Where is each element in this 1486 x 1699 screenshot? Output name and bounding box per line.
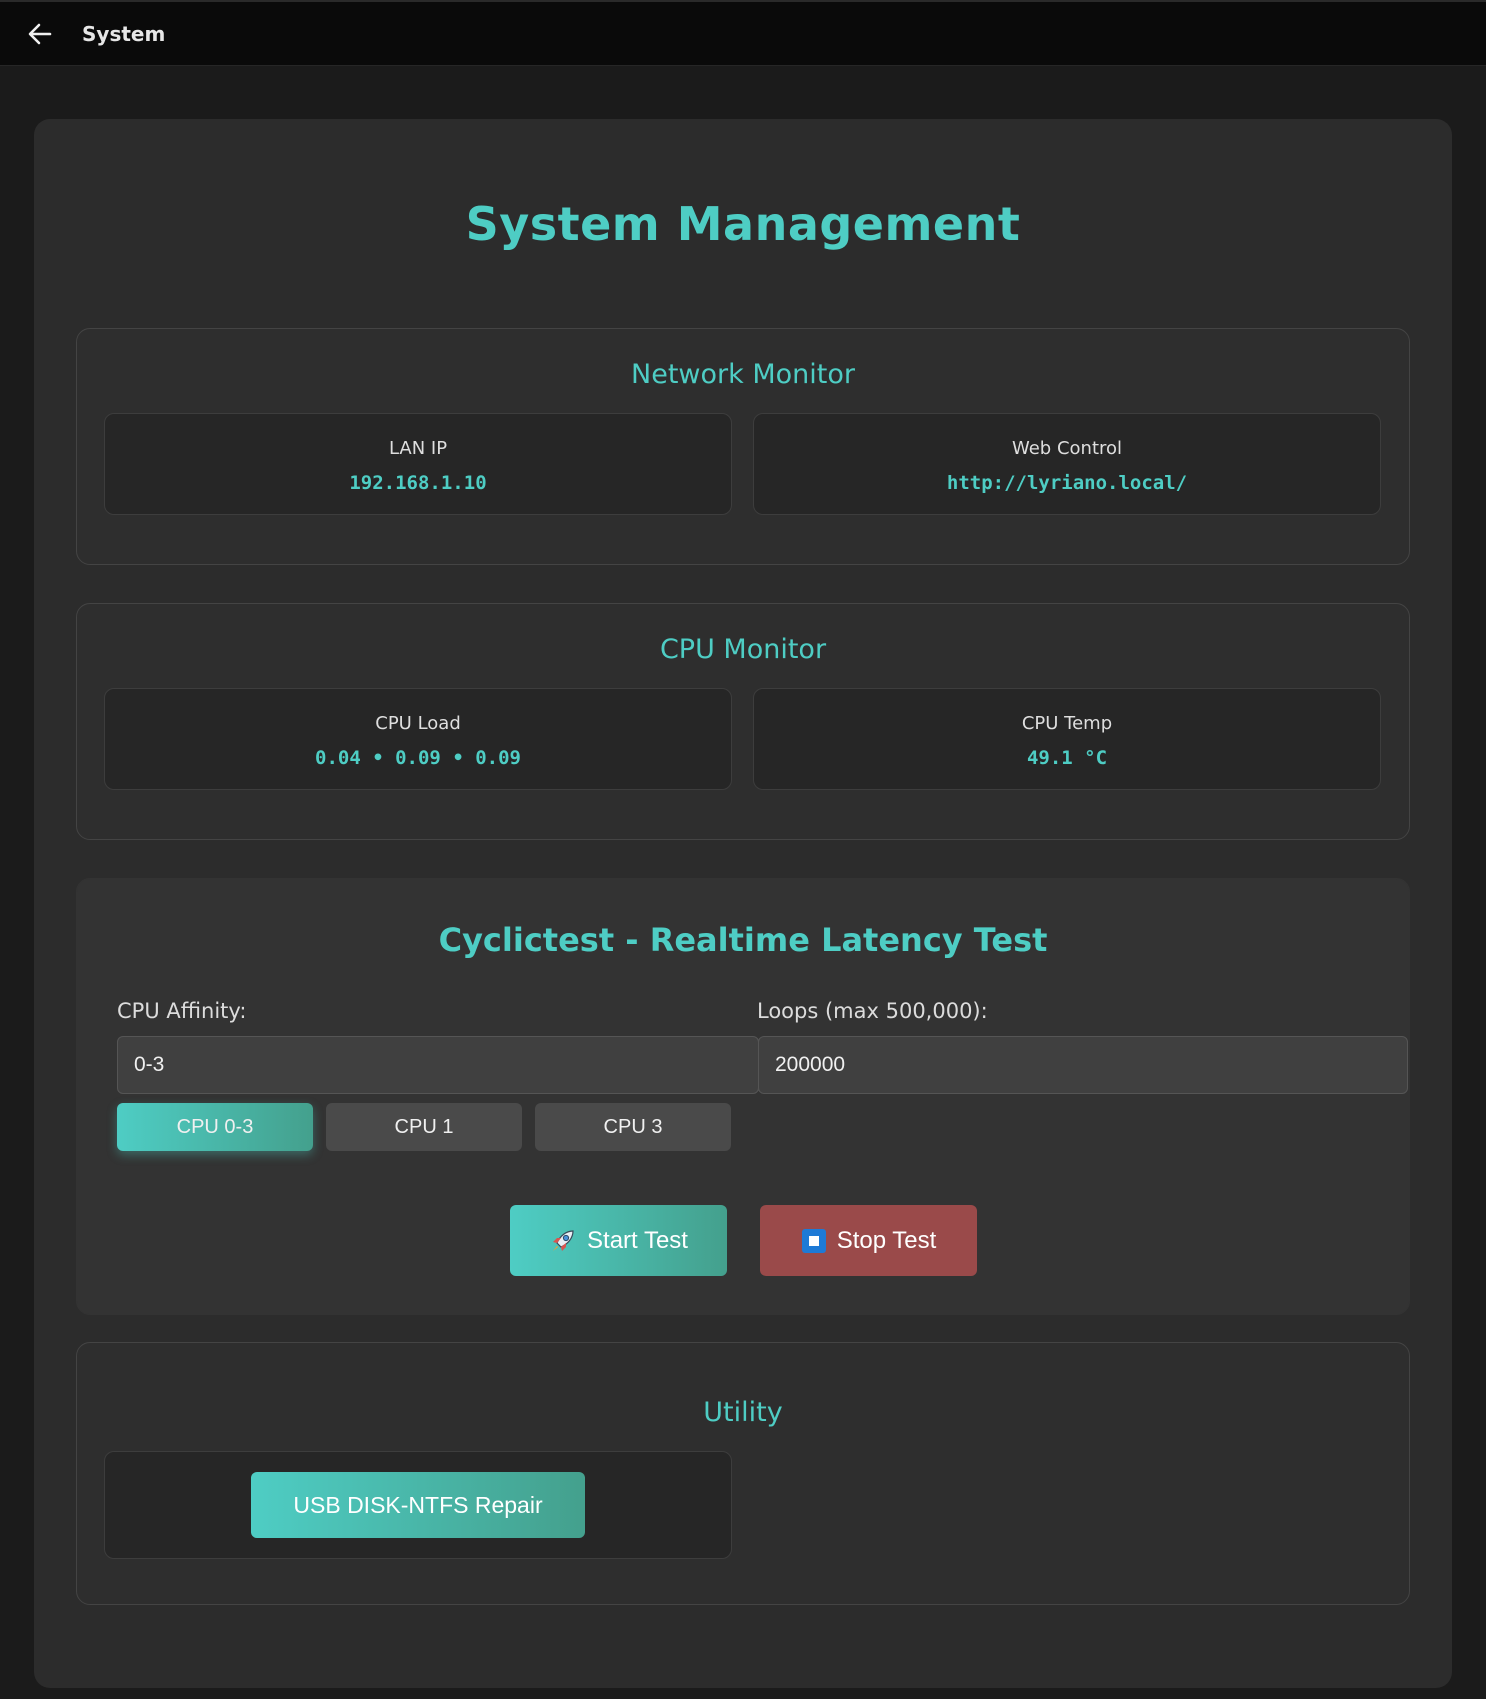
cpu-temp-value: 49.1 °C — [1026, 747, 1108, 769]
start-test-label: Start Test — [587, 1226, 688, 1254]
preset-cpu-1-button[interactable]: CPU 1 — [326, 1103, 522, 1151]
top-app-bar: System — [0, 0, 1486, 66]
stop-test-button[interactable]: Stop Test — [760, 1205, 977, 1276]
network-monitor-title: Network Monitor — [631, 359, 855, 390]
loops-input[interactable]: 200000 — [758, 1036, 1408, 1094]
network-monitor-section: Network Monitor LAN IP 192.168.1.10 Web … — [76, 328, 1410, 565]
cpu-monitor-title: CPU Monitor — [659, 634, 827, 665]
system-management-card: System Management Network Monitor LAN IP… — [34, 119, 1452, 1688]
web-control-label: Web Control — [1011, 438, 1123, 459]
cyclictest-section: Cyclictest - Realtime Latency Test CPU A… — [76, 878, 1410, 1315]
preset-cpu-3-button[interactable]: CPU 3 — [535, 1103, 731, 1151]
usb-disk-ntfs-repair-button[interactable]: USB DISK-NTFS Repair — [251, 1472, 585, 1538]
start-test-button[interactable]: Start Test — [510, 1205, 727, 1276]
cpu-temp-card: CPU Temp 49.1 °C — [753, 688, 1381, 790]
cyclictest-title: Cyclictest - Realtime Latency Test — [438, 921, 1048, 959]
rocket-icon — [549, 1227, 577, 1255]
cpu-monitor-section: CPU Monitor CPU Load 0.04 • 0.09 • 0.09 … — [76, 603, 1410, 840]
arrow-left-icon — [28, 23, 52, 44]
web-control-link[interactable]: http://lyriano.local/ — [754, 472, 1380, 494]
page-title: System Management — [465, 197, 1021, 251]
app-bar-title: System — [82, 21, 166, 46]
cpu-load-label: CPU Load — [375, 713, 461, 734]
cpu-affinity-input[interactable]: 0-3 — [117, 1036, 759, 1094]
loops-label: Loops (max 500,000): — [757, 999, 988, 1023]
lan-ip-label: LAN IP — [388, 438, 448, 459]
stop-test-label: Stop Test — [836, 1226, 937, 1254]
utility-section: Utility USB DISK-NTFS Repair — [76, 1342, 1410, 1605]
cpu-load-value: 0.04 • 0.09 • 0.09 — [315, 747, 521, 769]
stop-square-icon — [801, 1228, 827, 1254]
lan-ip-value: 192.168.1.10 — [349, 472, 487, 494]
cpu-load-card: CPU Load 0.04 • 0.09 • 0.09 — [104, 688, 732, 790]
lan-ip-card: LAN IP 192.168.1.10 — [104, 413, 732, 515]
utility-panel: USB DISK-NTFS Repair — [104, 1451, 732, 1559]
cpu-temp-label: CPU Temp — [1021, 713, 1113, 734]
back-button[interactable] — [26, 20, 54, 48]
web-control-card: Web Control http://lyriano.local/ — [753, 413, 1381, 515]
cpu-affinity-label: CPU Affinity: — [117, 999, 247, 1023]
preset-cpu-0-3-button[interactable]: CPU 0-3 — [117, 1103, 313, 1151]
utility-title: Utility — [703, 1397, 783, 1428]
